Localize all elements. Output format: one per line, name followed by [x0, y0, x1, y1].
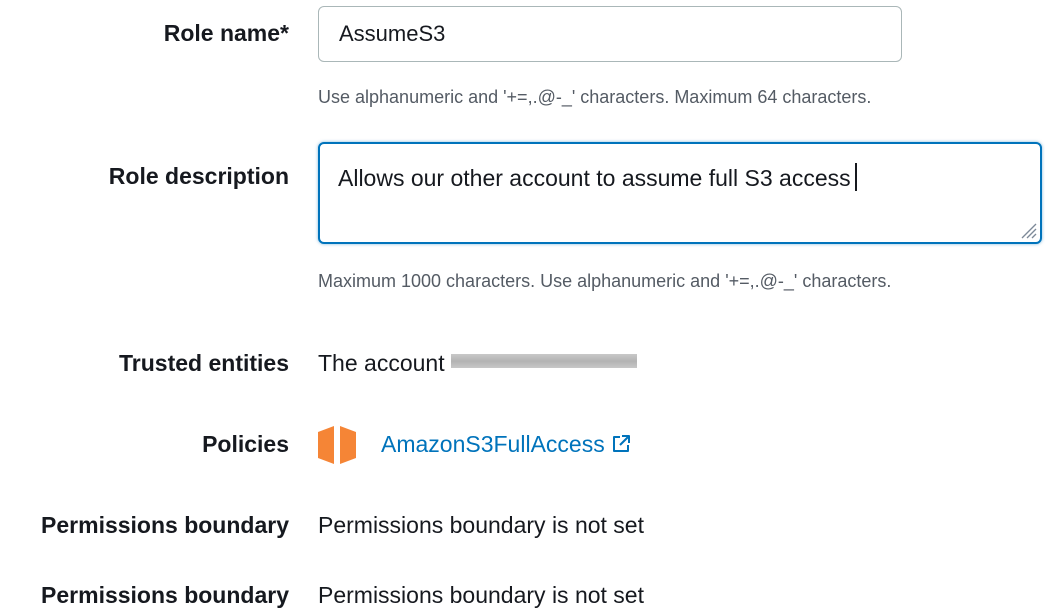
- role-review-form: Role name* Use alphanumeric and '+=,.@-_…: [0, 0, 1045, 612]
- role-description-label: Role description: [108, 163, 289, 189]
- policies-label: Policies: [202, 431, 289, 457]
- text-caret: [854, 163, 857, 191]
- aws-policy-cube-icon: [318, 426, 356, 464]
- trusted-entities-value: The account: [318, 350, 637, 377]
- permissions-boundary-label: Permissions boundary: [41, 512, 289, 538]
- role-name-hint: Use alphanumeric and '+=,.@-_' character…: [318, 87, 872, 107]
- external-link-icon: [612, 435, 630, 452]
- redacted-account-id: [450, 354, 637, 368]
- policy-name: AmazonS3FullAccess: [381, 431, 605, 457]
- resize-grip-icon[interactable]: [1019, 221, 1037, 239]
- role-name-input[interactable]: [318, 6, 902, 62]
- role-name-label: Role name*: [163, 20, 289, 46]
- trusted-entities-text: The account: [318, 350, 445, 376]
- role-description-textarea[interactable]: Allows our other account to assume full …: [318, 142, 1042, 244]
- permissions-boundary-value: Permissions boundary is not set: [318, 512, 644, 538]
- role-description-hint: Maximum 1000 characters. Use alphanumeri…: [318, 271, 892, 291]
- role-description-value: Allows our other account to assume full …: [338, 165, 851, 191]
- permissions-boundary-label: Permissions boundary: [41, 582, 289, 608]
- policy-link-amazons3fullaccess[interactable]: AmazonS3FullAccess: [381, 431, 631, 458]
- permissions-boundary-value: Permissions boundary is not set: [318, 582, 644, 608]
- trusted-entities-label: Trusted entities: [119, 350, 289, 376]
